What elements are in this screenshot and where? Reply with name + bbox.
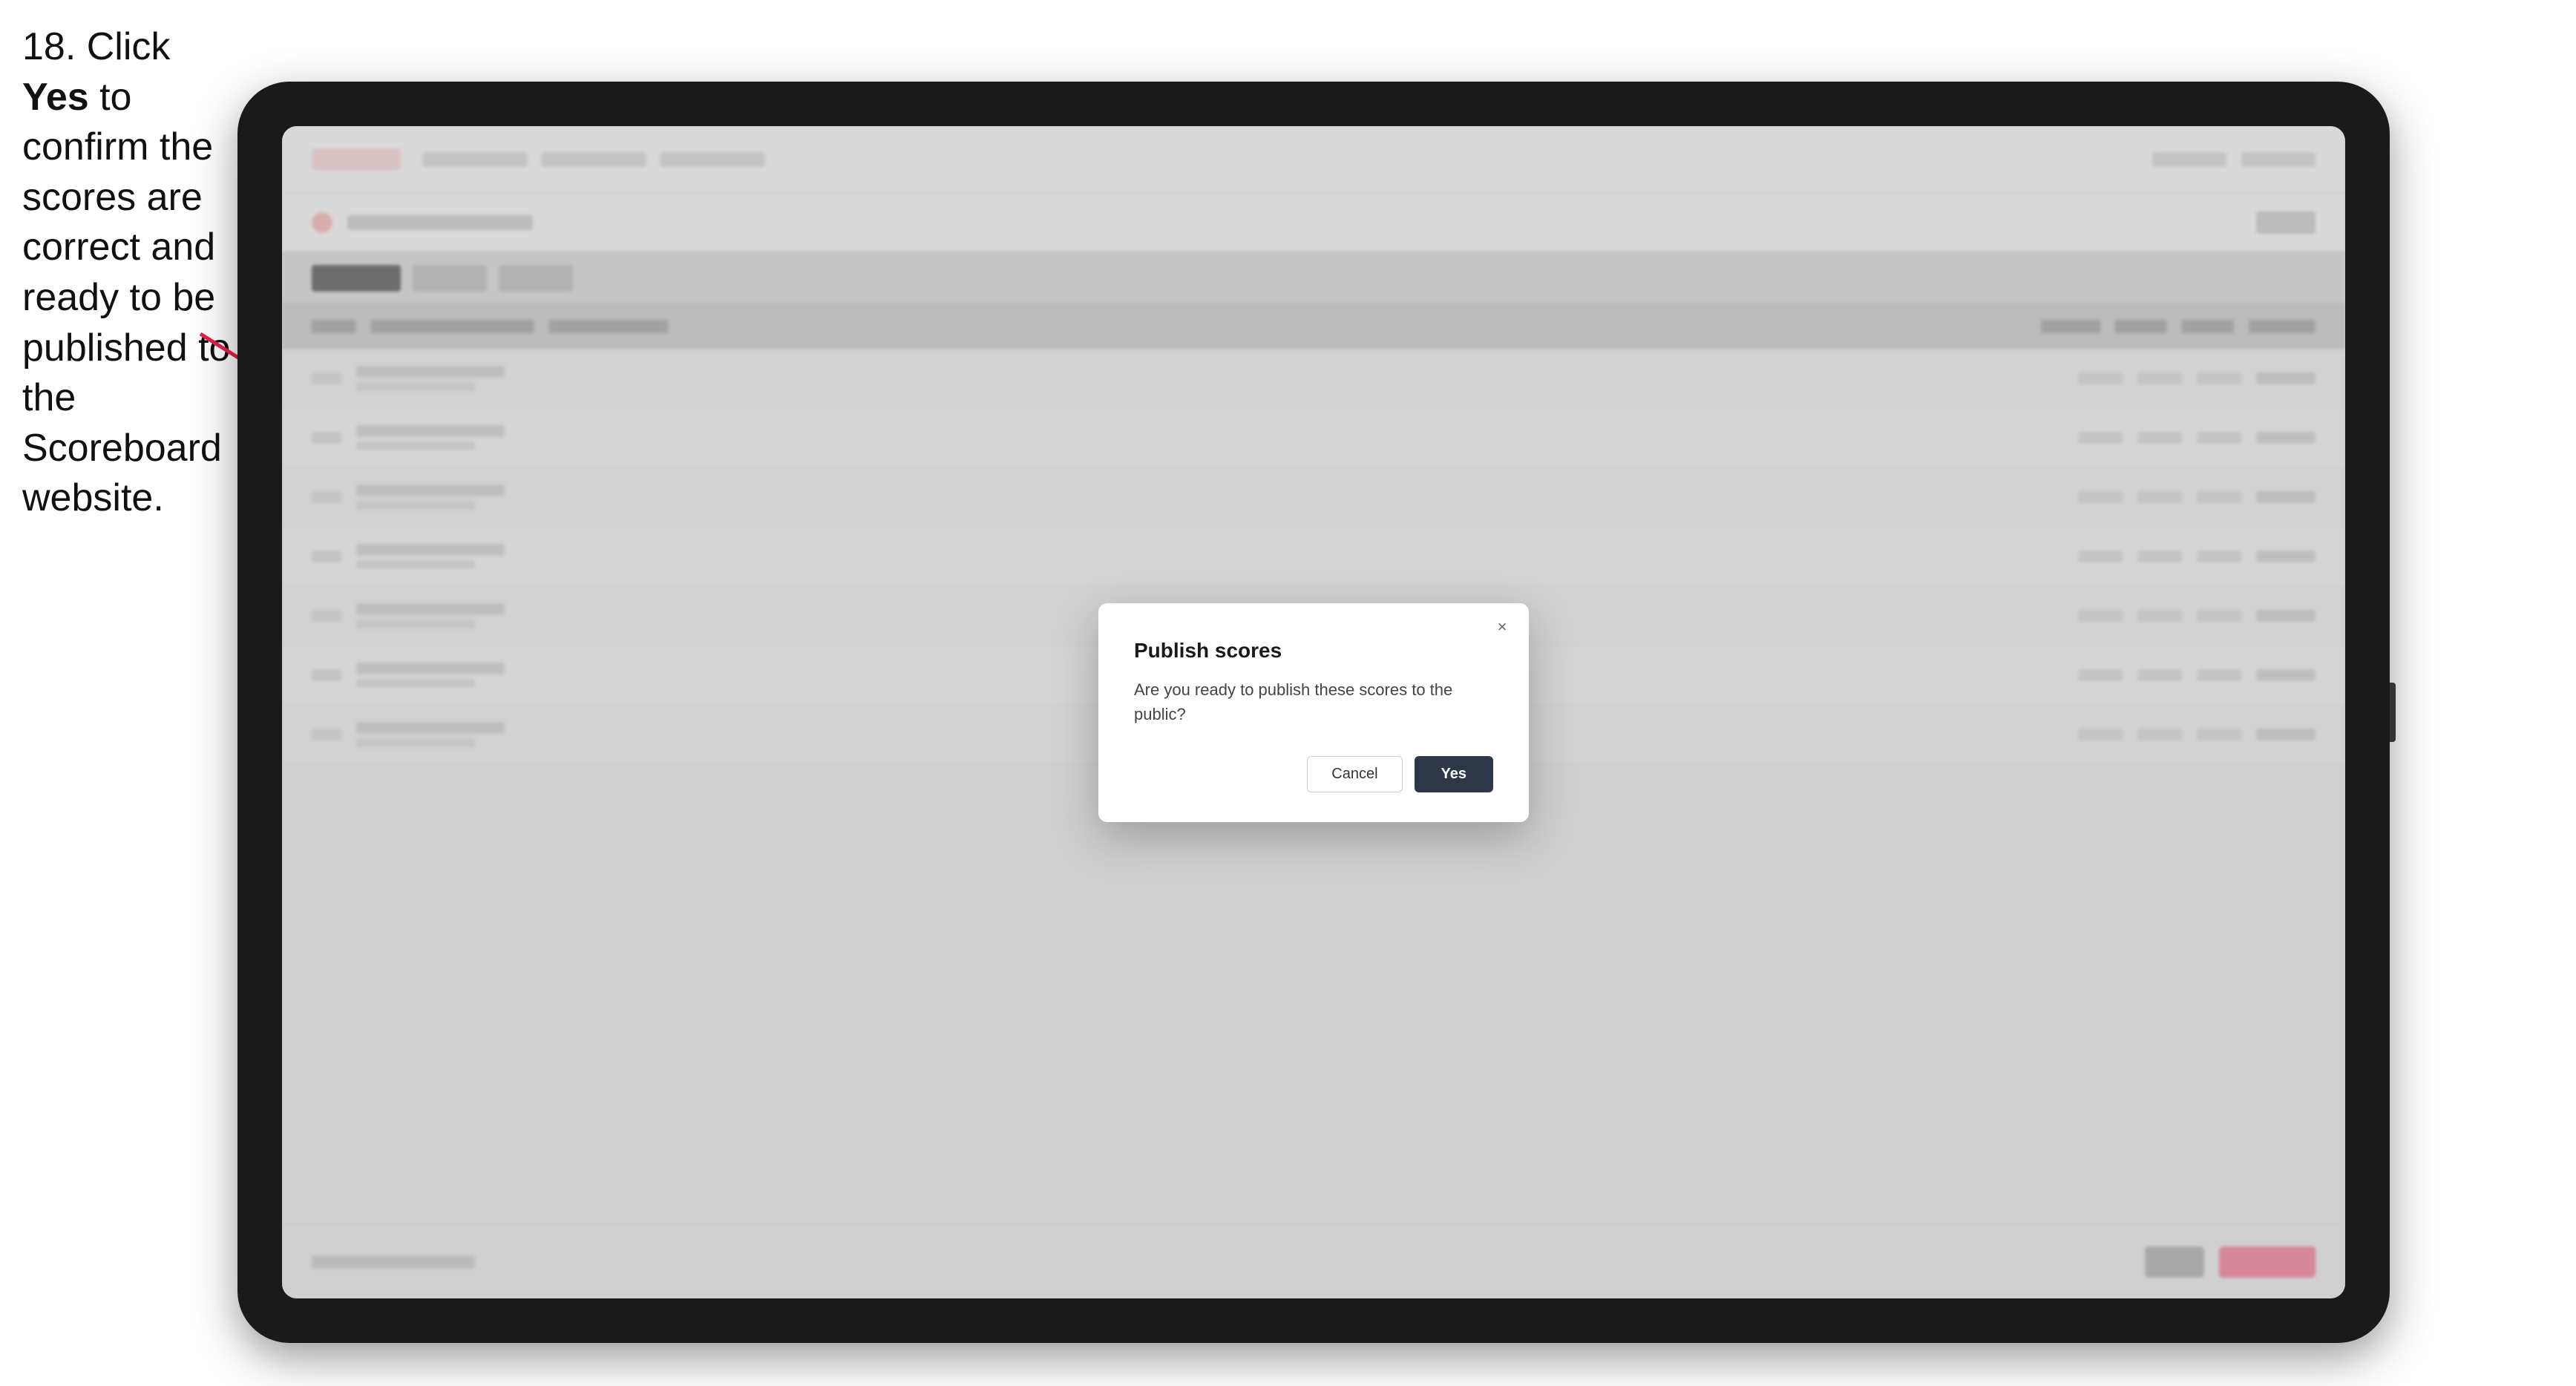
- step-number: 18.: [22, 25, 76, 68]
- tablet-side-button: [2390, 683, 2396, 742]
- tablet-device: × Publish scores Are you ready to publis…: [237, 82, 2390, 1343]
- yes-bold: Yes: [22, 76, 89, 119]
- instruction-text: 18. Click Yes to confirm the scores are …: [22, 22, 237, 524]
- modal-body-text: Are you ready to publish these scores to…: [1134, 677, 1493, 726]
- tablet-screen: × Publish scores Are you ready to publis…: [282, 126, 2345, 1298]
- publish-scores-modal: × Publish scores Are you ready to publis…: [1098, 603, 1529, 822]
- click-text: Click: [76, 25, 170, 68]
- cancel-button[interactable]: Cancel: [1307, 756, 1402, 792]
- modal-close-button[interactable]: ×: [1490, 615, 1514, 639]
- modal-title: Publish scores: [1134, 639, 1493, 663]
- modal-overlay: × Publish scores Are you ready to publis…: [282, 126, 2345, 1298]
- description-text: to confirm the scores are correct and re…: [22, 76, 230, 520]
- yes-button[interactable]: Yes: [1415, 756, 1493, 792]
- modal-actions: Cancel Yes: [1134, 756, 1493, 792]
